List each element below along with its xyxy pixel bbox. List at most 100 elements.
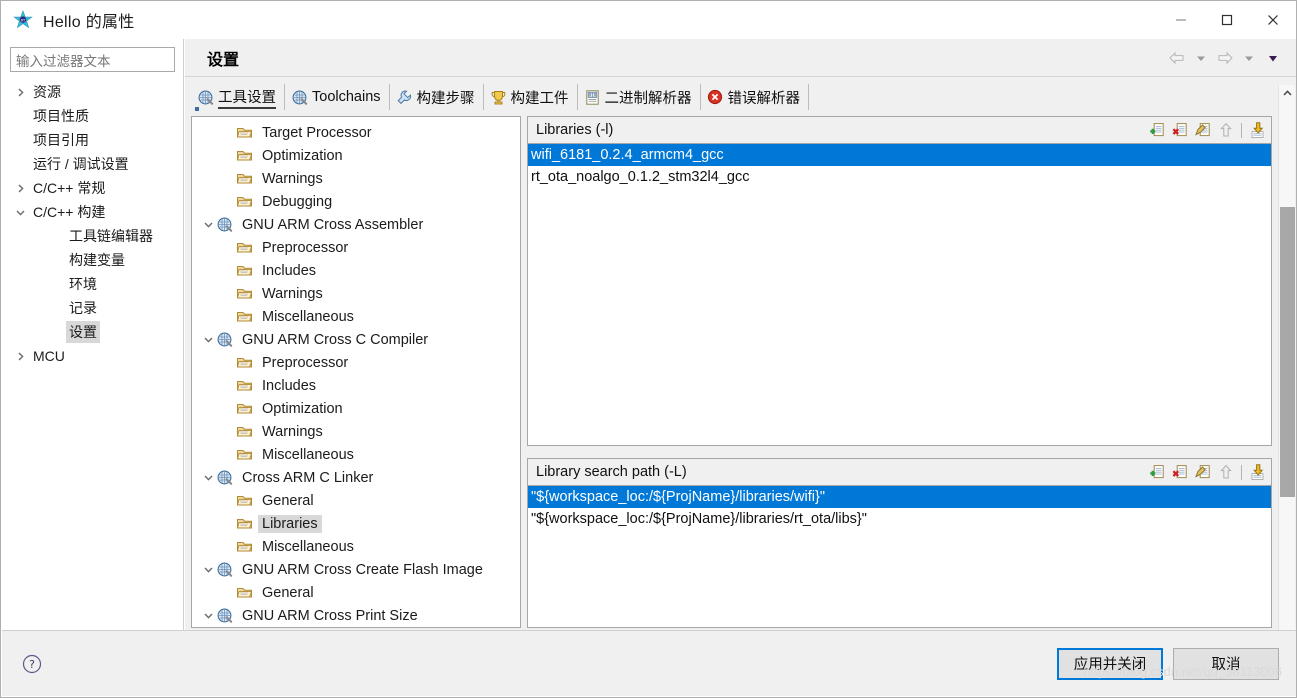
tab-4[interactable]: 010 二进制解析器 <box>578 84 701 110</box>
option-tree-item-8[interactable]: Miscellaneous <box>192 305 520 328</box>
tab-2[interactable]: 构建步骤 <box>390 84 484 110</box>
sidebar-item-2[interactable]: 项目引用 <box>2 128 183 152</box>
tab-5[interactable]: 错误解析器 <box>701 84 810 110</box>
sidebar-item-11[interactable]: MCU <box>2 344 183 368</box>
sidebar-twisty-5[interactable] <box>12 204 28 220</box>
scroll-up-icon[interactable] <box>1279 85 1296 102</box>
list-item[interactable]: wifi_6181_0.2.4_armcm4_gcc <box>528 144 1271 166</box>
tab-3[interactable]: 构建工件 <box>484 84 578 110</box>
add-icon[interactable] <box>1147 462 1167 482</box>
list-item[interactable]: "${workspace_loc:/${ProjName}/libraries/… <box>528 486 1271 508</box>
option-tree-item-1[interactable]: Optimization <box>192 144 520 167</box>
folder-icon <box>236 285 253 302</box>
option-tree-item-2[interactable]: Warnings <box>192 167 520 190</box>
chevron-down-icon <box>203 567 213 573</box>
list-item[interactable]: "${workspace_loc:/${ProjName}/libraries/… <box>528 508 1271 530</box>
sidebar-item-3[interactable]: 运行 / 调试设置 <box>2 152 183 176</box>
option-tree-item-21[interactable]: GNU ARM Cross Print Size <box>192 604 520 627</box>
option-tree-item-11[interactable]: Includes <box>192 374 520 397</box>
sidebar-item-8[interactable]: 环境 <box>2 272 183 296</box>
forward-arrow-icon[interactable] <box>1214 47 1236 69</box>
sidebar-item-10[interactable]: 设置 <box>2 320 183 344</box>
option-tree-item-9[interactable]: GNU ARM Cross C Compiler <box>192 328 520 351</box>
sidebar-twisty-4[interactable] <box>12 180 28 196</box>
option-tree-item-15[interactable]: Cross ARM C Linker <box>192 466 520 489</box>
main-vertical-scrollbar[interactable] <box>1278 85 1295 667</box>
option-tree-item-20[interactable]: General <box>192 581 520 604</box>
option-tree-item-0[interactable]: Target Processor <box>192 121 520 144</box>
option-tree-item-14[interactable]: Miscellaneous <box>192 443 520 466</box>
option-tree-item-12[interactable]: Optimization <box>192 397 520 420</box>
sidebar-twisty-0[interactable] <box>12 84 28 100</box>
folder-icon <box>236 193 253 210</box>
maximize-button[interactable] <box>1204 1 1250 39</box>
option-tree-label: Warnings <box>262 170 323 187</box>
move-down-icon[interactable] <box>1247 120 1267 140</box>
apply-and-close-button[interactable]: 应用并关闭 <box>1057 647 1163 680</box>
back-dropdown-icon[interactable] <box>1190 47 1212 69</box>
option-twisty-0 <box>220 125 236 141</box>
sidebar-item-6[interactable]: 工具链编辑器 <box>2 224 183 248</box>
toolbar-separator <box>1241 122 1242 138</box>
sidebar-item-9[interactable]: 记录 <box>2 296 183 320</box>
option-tree-label: Optimization <box>262 400 343 417</box>
option-twisty-5 <box>220 240 236 256</box>
tab-1[interactable]: Toolchains <box>285 84 390 110</box>
sidebar-twisty-11[interactable] <box>12 348 28 364</box>
option-tree-item-17[interactable]: Libraries <box>192 512 520 535</box>
list-item[interactable]: rt_ota_noalgo_0.1.2_stm32l4_gcc <box>528 166 1271 188</box>
trophy-icon <box>490 89 507 106</box>
scroll-track[interactable] <box>1279 102 1296 650</box>
tool-icon <box>197 89 214 106</box>
option-tree-item-10[interactable]: Preprocessor <box>192 351 520 374</box>
minimize-button[interactable] <box>1158 1 1204 39</box>
forward-dropdown-icon[interactable] <box>1238 47 1260 69</box>
option-tree-item-19[interactable]: GNU ARM Cross Create Flash Image <box>192 558 520 581</box>
close-button[interactable] <box>1250 1 1296 39</box>
folder-icon <box>236 151 253 161</box>
option-twisty-15[interactable] <box>200 470 216 486</box>
sidebar-item-7[interactable]: 构建变量 <box>2 248 183 272</box>
scroll-thumb[interactable] <box>1279 207 1295 497</box>
filter-input-wrapper[interactable]: 输入过滤器文本 <box>10 47 175 72</box>
sidebar-item-5[interactable]: C/C++ 构建 <box>2 200 183 224</box>
option-panel-0: Libraries (-l) wifi_6181_0.2.4_armcm4_gcc… <box>527 116 1272 446</box>
tool-icon <box>292 90 308 105</box>
sidebar-item-4[interactable]: C/C++ 常规 <box>2 176 183 200</box>
option-tree-item-5[interactable]: Preprocessor <box>192 236 520 259</box>
option-twisty-9[interactable] <box>200 332 216 348</box>
view-menu-icon[interactable] <box>1262 47 1284 69</box>
tab-0[interactable]: 工具设置 <box>191 84 285 110</box>
option-twisty-21[interactable] <box>200 608 216 624</box>
move-down-icon[interactable] <box>1247 462 1267 482</box>
delete-icon[interactable] <box>1170 462 1190 482</box>
sidebar-item-0[interactable]: 资源 <box>2 80 183 104</box>
back-arrow-icon[interactable] <box>1166 47 1188 69</box>
edit-icon[interactable] <box>1193 120 1213 140</box>
panel-toolbar-1 <box>1147 462 1267 482</box>
option-tree-item-16[interactable]: General <box>192 489 520 512</box>
option-twisty-14 <box>220 447 236 463</box>
option-tree-item-3[interactable]: Debugging <box>192 190 520 213</box>
move-up-icon[interactable] <box>1216 120 1236 140</box>
cancel-button[interactable]: 取消 <box>1173 647 1279 680</box>
delete-icon[interactable] <box>1170 120 1190 140</box>
chevron-right-icon <box>18 87 24 97</box>
option-twisty-19[interactable] <box>200 562 216 578</box>
option-tree-item-18[interactable]: Miscellaneous <box>192 535 520 558</box>
sidebar-item-label: 资源 <box>33 84 61 100</box>
option-tree-item-6[interactable]: Includes <box>192 259 520 282</box>
option-tree-label: GNU ARM Cross Print Size <box>242 607 418 624</box>
add-icon[interactable] <box>1147 120 1167 140</box>
option-tree-item-13[interactable]: Warnings <box>192 420 520 443</box>
sidebar-item-1[interactable]: 项目性质 <box>2 104 183 128</box>
option-tree-item-4[interactable]: GNU ARM Cross Assembler <box>192 213 520 236</box>
edit-icon[interactable] <box>1193 462 1213 482</box>
folder-icon <box>236 492 253 509</box>
option-twisty-4[interactable] <box>200 217 216 233</box>
move-up-icon[interactable] <box>1216 462 1236 482</box>
option-tree-item-7[interactable]: Warnings <box>192 282 520 305</box>
panel-title: Libraries (-l) <box>536 122 614 138</box>
help-button[interactable]: ? <box>20 652 44 676</box>
option-tree-label: GNU ARM Cross C Compiler <box>242 331 429 348</box>
